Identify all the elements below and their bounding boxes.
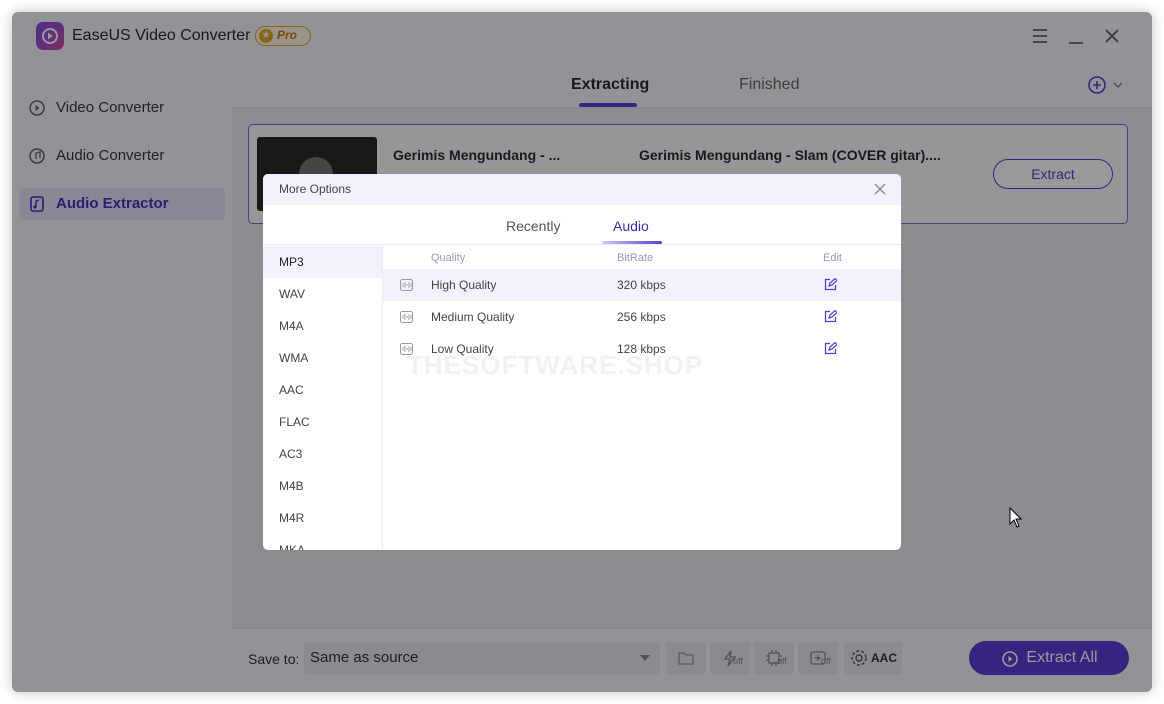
format-item-m4b[interactable]: M4B <box>263 470 382 502</box>
column-header-edit: Edit <box>823 252 842 264</box>
format-item-wma[interactable]: WMA <box>263 342 382 374</box>
format-list: MP3 WAV M4A WMA AAC FLAC AC3 M4B M4R MKA <box>263 246 383 550</box>
dialog-title: More Options <box>279 182 352 196</box>
format-item-aac[interactable]: AAC <box>263 374 382 406</box>
edit-icon[interactable] <box>824 342 837 355</box>
audio-wave-icon <box>400 311 413 323</box>
quality-row[interactable]: High Quality 320 kbps <box>383 269 901 301</box>
edit-icon[interactable] <box>824 310 837 323</box>
app-window: EaseUS Video Converter ★ Pro Video Conve… <box>12 12 1152 692</box>
quality-bitrate: 256 kbps <box>617 310 666 324</box>
format-item-mka[interactable]: MKA <box>263 534 382 550</box>
more-options-dialog: More Options Recently Audio MP3 WAV M4A … <box>263 174 901 550</box>
column-header-bitrate: BitRate <box>617 252 654 264</box>
format-item-ac3[interactable]: AC3 <box>263 438 382 470</box>
format-item-wav[interactable]: WAV <box>263 278 382 310</box>
edit-icon[interactable] <box>824 278 837 291</box>
audio-wave-icon <box>400 279 413 291</box>
quality-name: High Quality <box>431 278 497 292</box>
tab-recently[interactable]: Recently <box>506 218 560 234</box>
dialog-header: More Options <box>263 174 901 205</box>
dialog-tabs: Recently Audio <box>263 205 901 245</box>
quality-bitrate: 320 kbps <box>617 278 666 292</box>
mouse-cursor-icon <box>1009 507 1023 528</box>
close-icon[interactable] <box>873 182 887 196</box>
quality-name: Medium Quality <box>431 310 515 324</box>
format-item-flac[interactable]: FLAC <box>263 406 382 438</box>
column-header-quality: Quality <box>431 252 466 264</box>
format-item-mp3[interactable]: MP3 <box>263 246 382 278</box>
modal-overlay[interactable]: More Options Recently Audio MP3 WAV M4A … <box>12 12 1152 692</box>
quality-row[interactable]: Medium Quality 256 kbps <box>383 301 901 333</box>
format-item-m4a[interactable]: M4A <box>263 310 382 342</box>
tab-underline <box>602 241 662 244</box>
format-item-m4r[interactable]: M4R <box>263 502 382 534</box>
tab-audio[interactable]: Audio <box>613 218 649 234</box>
watermark: THESOFTWARE.SHOP <box>407 350 704 380</box>
